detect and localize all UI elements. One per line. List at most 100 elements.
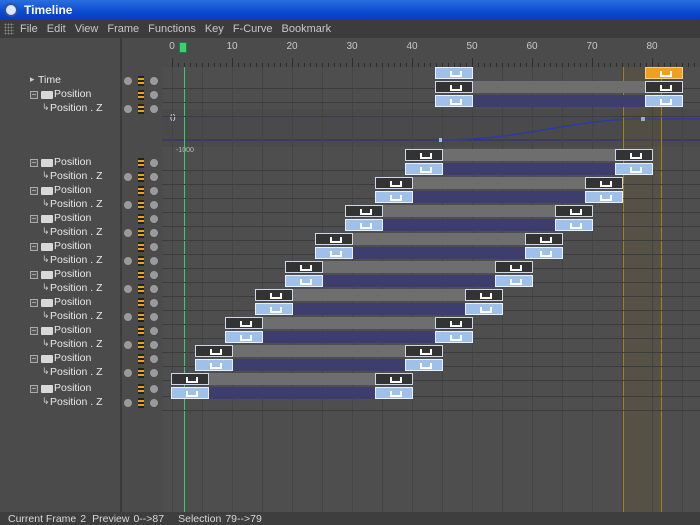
keyframe[interactable] xyxy=(495,275,533,287)
collapse-toggle-icon[interactable]: − xyxy=(30,355,38,363)
keyframe[interactable] xyxy=(375,177,413,189)
tree-row-track[interactable]: ↳ Position . Z xyxy=(0,310,162,324)
mute-dot-icon[interactable] xyxy=(150,91,158,99)
tree-row-time[interactable]: ▸ Time xyxy=(0,74,162,88)
mute-dot-icon[interactable] xyxy=(150,355,158,363)
solo-dot-icon[interactable] xyxy=(124,257,132,265)
mute-dot-icon[interactable] xyxy=(150,243,158,251)
keyframe[interactable] xyxy=(555,205,593,217)
mute-dot-icon[interactable] xyxy=(150,285,158,293)
keyframe[interactable] xyxy=(645,95,683,107)
keyframe[interactable] xyxy=(435,95,473,107)
mute-dot-icon[interactable] xyxy=(150,105,158,113)
tree-row-track[interactable]: ↳ Position . Z xyxy=(0,102,162,116)
collapse-toggle-icon[interactable]: − xyxy=(30,91,38,99)
collapse-toggle-icon[interactable]: − xyxy=(30,271,38,279)
tree-row-group[interactable]: − Position xyxy=(0,268,162,282)
mute-dot-icon[interactable] xyxy=(150,313,158,321)
expand-arrow-icon[interactable]: ▸ xyxy=(30,74,35,85)
playhead-handle[interactable] xyxy=(179,42,187,53)
keyframe[interactable] xyxy=(225,317,263,329)
lock-icon[interactable] xyxy=(138,200,144,210)
mute-dot-icon[interactable] xyxy=(150,77,158,85)
mute-dot-icon[interactable] xyxy=(150,327,158,335)
tree-row-group[interactable]: − Position xyxy=(0,324,162,338)
collapse-toggle-icon[interactable]: − xyxy=(30,385,38,393)
lock-icon[interactable] xyxy=(138,214,144,224)
lock-icon[interactable] xyxy=(138,298,144,308)
solo-dot-icon[interactable] xyxy=(124,341,132,349)
keyframe[interactable] xyxy=(375,373,413,385)
keyframe[interactable] xyxy=(615,149,653,161)
menu-file[interactable]: File xyxy=(20,23,38,35)
tree-row-group[interactable]: − Position xyxy=(0,156,162,170)
solo-dot-icon[interactable] xyxy=(124,105,132,113)
menu-frame[interactable]: Frame xyxy=(107,23,139,35)
lock-icon[interactable] xyxy=(138,90,144,100)
lock-icon[interactable] xyxy=(138,326,144,336)
tree-row-group[interactable]: − Position xyxy=(0,212,162,226)
collapse-toggle-icon[interactable]: − xyxy=(30,187,38,195)
lock-icon[interactable] xyxy=(138,384,144,394)
menu-edit[interactable]: Edit xyxy=(47,23,66,35)
mute-dot-icon[interactable] xyxy=(150,299,158,307)
tree-row-track[interactable]: ↳ Position . Z xyxy=(0,226,162,240)
keyframe[interactable] xyxy=(615,163,653,175)
keyframe[interactable] xyxy=(225,331,263,343)
solo-dot-icon[interactable] xyxy=(124,201,132,209)
mute-dot-icon[interactable] xyxy=(150,229,158,237)
lock-icon[interactable] xyxy=(138,104,144,114)
tree-row-track[interactable]: ↳ Position . Z xyxy=(0,396,162,410)
mute-dot-icon[interactable] xyxy=(150,341,158,349)
menu-functions[interactable]: Functions xyxy=(148,23,196,35)
tree-row-track[interactable]: ↳ Position . Z xyxy=(0,254,162,268)
mute-dot-icon[interactable] xyxy=(150,271,158,279)
keyframe[interactable] xyxy=(585,177,623,189)
keyframe[interactable] xyxy=(315,233,353,245)
lock-icon[interactable] xyxy=(138,256,144,266)
tree-row-group[interactable]: − Position xyxy=(0,382,162,396)
keyframe[interactable] xyxy=(315,247,353,259)
keyframe[interactable] xyxy=(585,191,623,203)
collapse-toggle-icon[interactable]: − xyxy=(30,159,38,167)
lock-icon[interactable] xyxy=(138,340,144,350)
lock-icon[interactable] xyxy=(138,312,144,322)
keyframe[interactable] xyxy=(195,359,233,371)
keyframe[interactable] xyxy=(435,331,473,343)
keyframe[interactable] xyxy=(375,191,413,203)
lock-icon[interactable] xyxy=(138,76,144,86)
keyframe[interactable] xyxy=(645,67,683,79)
keyframe[interactable] xyxy=(525,247,563,259)
mute-dot-icon[interactable] xyxy=(150,385,158,393)
keyframe[interactable] xyxy=(645,81,683,93)
collapse-toggle-icon[interactable]: − xyxy=(30,215,38,223)
keyframe[interactable] xyxy=(435,317,473,329)
lock-icon[interactable] xyxy=(138,368,144,378)
solo-dot-icon[interactable] xyxy=(124,229,132,237)
tree-row-group[interactable]: − Position xyxy=(0,88,162,102)
mute-dot-icon[interactable] xyxy=(150,215,158,223)
lock-icon[interactable] xyxy=(138,284,144,294)
mute-dot-icon[interactable] xyxy=(150,173,158,181)
solo-dot-icon[interactable] xyxy=(124,369,132,377)
collapse-toggle-icon[interactable]: − xyxy=(30,299,38,307)
lock-icon[interactable] xyxy=(138,270,144,280)
collapse-toggle-icon[interactable]: − xyxy=(30,327,38,335)
menu-bookmark[interactable]: Bookmark xyxy=(282,23,332,35)
tree-row-track[interactable]: ↳ Position . Z xyxy=(0,282,162,296)
keyframe[interactable] xyxy=(255,303,293,315)
solo-dot-icon[interactable] xyxy=(124,313,132,321)
title-bar[interactable]: Timeline xyxy=(0,0,700,20)
keyframe[interactable] xyxy=(171,387,209,399)
mute-dot-icon[interactable] xyxy=(150,399,158,407)
mute-dot-icon[interactable] xyxy=(150,257,158,265)
keyframe[interactable] xyxy=(435,67,473,79)
tree-row-track[interactable]: ↳ Position . Z xyxy=(0,366,162,380)
mute-dot-icon[interactable] xyxy=(150,159,158,167)
timeline-tracks[interactable]: 0 -1000 xyxy=(162,67,700,515)
lock-icon[interactable] xyxy=(138,242,144,252)
tree-row-track[interactable]: ↳ Position . Z xyxy=(0,170,162,184)
playhead-line[interactable] xyxy=(184,67,185,515)
keyframe[interactable] xyxy=(195,345,233,357)
keyframe[interactable] xyxy=(525,233,563,245)
